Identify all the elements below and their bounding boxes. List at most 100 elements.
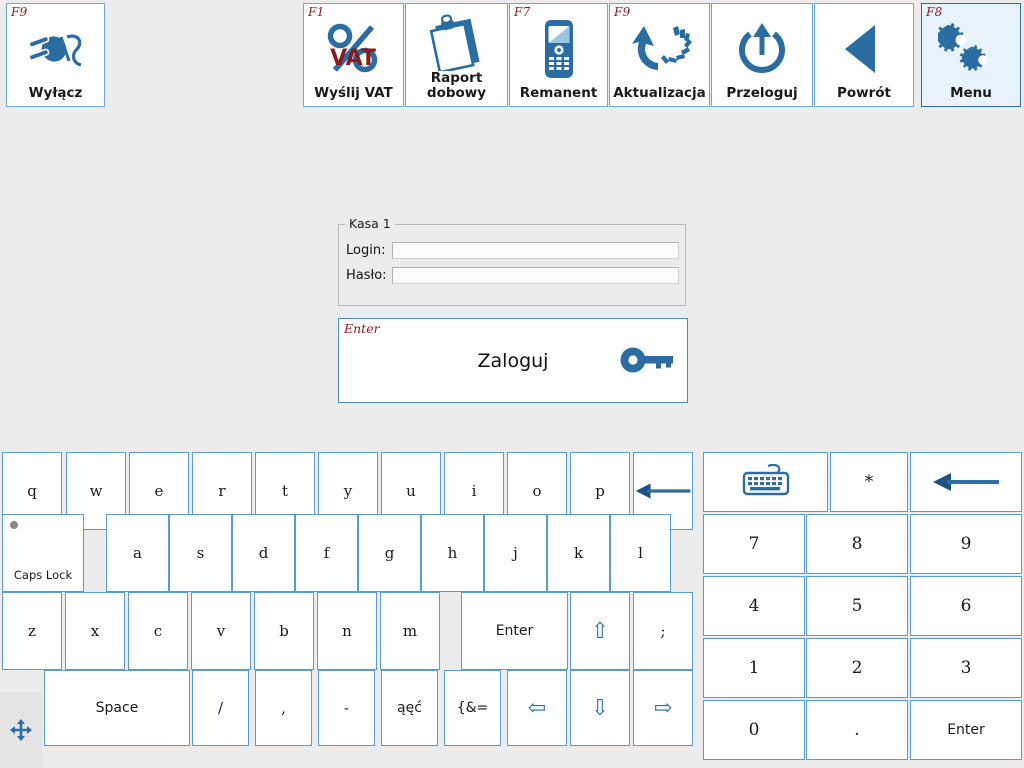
- key-label: w: [89, 482, 103, 500]
- key-label: 5: [851, 596, 863, 616]
- key-label: b: [279, 622, 289, 640]
- key-label: 3: [960, 658, 972, 678]
- key-h[interactable]: h: [421, 514, 484, 592]
- key-label: ⇦: [527, 695, 547, 721]
- numpad-4-key[interactable]: 4: [703, 576, 805, 636]
- login-panel-legend: Kasa 1: [345, 216, 395, 231]
- key-a[interactable]: a: [106, 514, 169, 592]
- key-label: {&=: [456, 700, 489, 716]
- key-;[interactable]: ;: [633, 592, 693, 670]
- caps-lock-led: [10, 521, 18, 529]
- shift-key[interactable]: ⇧: [570, 592, 630, 670]
- arrow-down-key[interactable]: ⇩: [570, 670, 630, 746]
- key-label: f: [323, 544, 330, 562]
- key-label: ⇨: [653, 695, 673, 721]
- key-label: y: [343, 482, 353, 500]
- svg-text:VAT: VAT: [330, 46, 376, 71]
- keyboard-toggle-key[interactable]: [703, 452, 828, 512]
- numpad-0-key[interactable]: 0: [703, 700, 805, 760]
- numpad-enter-key[interactable]: Enter: [910, 700, 1022, 760]
- key-label: c: [153, 622, 163, 640]
- numpad-decimal-key[interactable]: .: [806, 700, 908, 760]
- toolbar-button-label: Raport dobowy: [426, 70, 487, 101]
- toolbar-button-przeloguj[interactable]: Przeloguj: [711, 3, 813, 107]
- numpad-7-key[interactable]: 7: [703, 514, 805, 574]
- key-label: x: [90, 622, 100, 640]
- key-s[interactable]: s: [169, 514, 232, 592]
- password-input[interactable]: [392, 266, 679, 284]
- key-label: -: [343, 699, 350, 717]
- toolbar-button-raport-dobowy[interactable]: Raport dobowy: [405, 3, 508, 107]
- key-label: m: [402, 622, 418, 640]
- key-n[interactable]: n: [317, 592, 377, 670]
- toolbar-button-label: Aktualizacja: [613, 85, 706, 101]
- asterisk-key[interactable]: *: [830, 452, 908, 512]
- toolbar-button-menu[interactable]: F8 Menu: [921, 3, 1021, 107]
- caps-lock-key[interactable]: Caps Lock: [2, 514, 84, 592]
- numpad-3-key[interactable]: 3: [910, 638, 1022, 698]
- space-key[interactable]: Space: [44, 670, 190, 746]
- key-label: 2: [851, 658, 863, 678]
- numpad-backspace-key[interactable]: [910, 452, 1022, 512]
- polish-chars-key[interactable]: ąęć: [381, 670, 438, 746]
- key-label: z: [28, 622, 36, 640]
- key-,[interactable]: ,: [255, 670, 312, 746]
- key-label: .: [854, 720, 860, 740]
- toolbar-button-label: Wyślij VAT: [314, 85, 393, 101]
- numpad-6-key[interactable]: 6: [910, 576, 1022, 636]
- key--[interactable]: -: [318, 670, 375, 746]
- key-x[interactable]: x: [65, 592, 125, 670]
- key-label: v: [216, 622, 226, 640]
- key-b[interactable]: b: [254, 592, 314, 670]
- key-label: 0: [748, 720, 760, 740]
- key-label: i: [471, 482, 477, 500]
- login-field-row: Login:: [346, 241, 679, 259]
- arrow-left-key[interactable]: ⇦: [507, 670, 567, 746]
- key-label: k: [573, 544, 584, 562]
- key-label: 1: [748, 658, 760, 678]
- key-label: 4: [748, 596, 760, 616]
- key-v[interactable]: v: [191, 592, 251, 670]
- key-l[interactable]: l: [610, 514, 671, 592]
- symbols-key[interactable]: {&=: [444, 670, 501, 746]
- arrow-right-key[interactable]: ⇨: [633, 670, 693, 746]
- key-label: p: [595, 482, 605, 500]
- key-g[interactable]: g: [358, 514, 421, 592]
- numpad-5-key[interactable]: 5: [806, 576, 908, 636]
- numpad-2-key[interactable]: 2: [806, 638, 908, 698]
- key-m[interactable]: m: [380, 592, 440, 670]
- key-label: a: [133, 544, 142, 562]
- key-label: e: [154, 482, 164, 500]
- clipboard-icon: [406, 4, 507, 71]
- toolbar-button-label: Powrót: [836, 85, 892, 101]
- key-label: ,: [281, 699, 286, 717]
- key-c[interactable]: c: [128, 592, 188, 670]
- move-handle-icon[interactable]: [0, 692, 42, 768]
- key-label: 9: [960, 534, 972, 554]
- toolbar-fkey-hint: F7: [514, 5, 531, 19]
- key-z[interactable]: z: [2, 592, 62, 670]
- login-input[interactable]: [392, 241, 679, 259]
- power-relogin-icon: [712, 4, 812, 86]
- toolbar-button-wyłącz[interactable]: F9 Wyłącz: [6, 3, 105, 107]
- key-d[interactable]: d: [232, 514, 295, 592]
- toolbar-button-wyślij-vat[interactable]: F1 VAT Wyślij VAT: [303, 3, 404, 107]
- enter-key[interactable]: Enter: [461, 592, 568, 670]
- toolbar-button-aktualizacja[interactable]: F9 Aktualizacja: [609, 3, 710, 107]
- numpad-8-key[interactable]: 8: [806, 514, 908, 574]
- key-/[interactable]: /: [192, 670, 249, 746]
- toolbar-button-powrót[interactable]: Powrót: [814, 3, 914, 107]
- toolbar-button-remanent[interactable]: F7 Remanent: [509, 3, 608, 107]
- key-f[interactable]: f: [295, 514, 358, 592]
- key-j[interactable]: j: [484, 514, 547, 592]
- key-label: q: [27, 482, 37, 500]
- numpad-9-key[interactable]: 9: [910, 514, 1022, 574]
- key-label: Enter: [947, 722, 985, 738]
- password-field-row: Hasło:: [346, 266, 679, 284]
- key-label: ;: [660, 622, 666, 640]
- key-k[interactable]: k: [547, 514, 610, 592]
- on-screen-keyboard: q w e r t y u i o p Caps Lock a s d f g h j k l z x c v b n m Ente…: [0, 452, 1024, 768]
- key-label: r: [218, 482, 226, 500]
- numpad-1-key[interactable]: 1: [703, 638, 805, 698]
- key-label: t: [281, 482, 289, 500]
